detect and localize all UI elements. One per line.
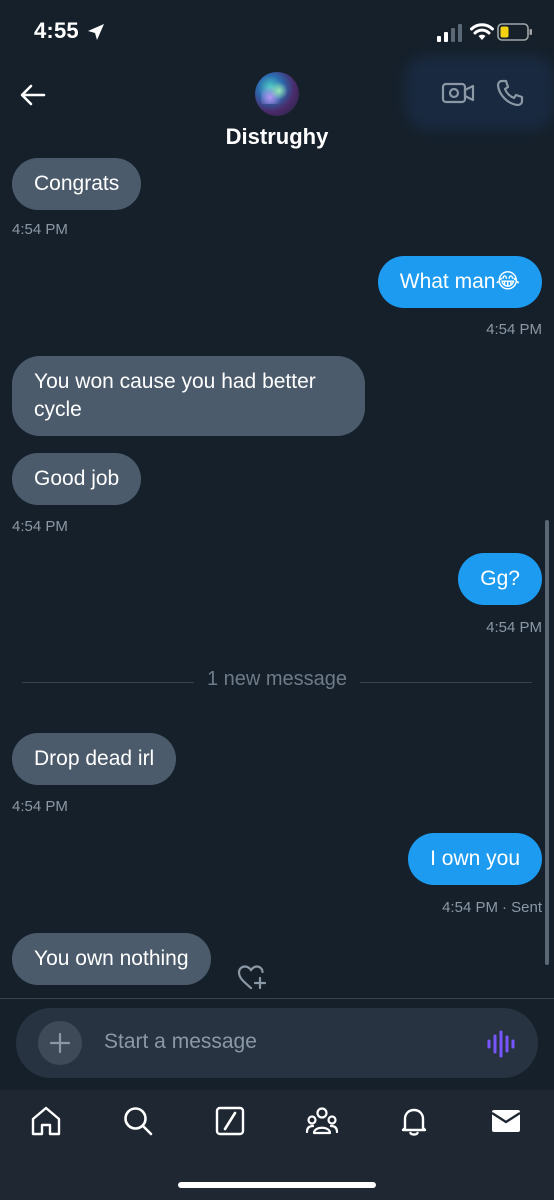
- message-timestamp: 4:54 PM: [442, 899, 498, 916]
- message-bubble-outgoing[interactable]: Gg?: [458, 553, 542, 605]
- notifications-icon[interactable]: [397, 1104, 431, 1138]
- scrollbar[interactable]: [545, 520, 549, 965]
- wifi-icon: [470, 23, 494, 40]
- message-bubble-incoming[interactable]: You own nothing: [12, 933, 211, 985]
- messages-icon[interactable]: [489, 1104, 523, 1138]
- message-meta: 4:54 PM · Sent: [442, 899, 542, 916]
- status-time: 4:55: [34, 18, 79, 43]
- home-indicator: [178, 1182, 376, 1188]
- message-bubble-incoming[interactable]: You won cause you had better cycle: [12, 356, 365, 436]
- message-timestamp: 4:54 PM: [486, 619, 542, 636]
- composer-separator: [0, 998, 554, 999]
- avatar[interactable]: [255, 72, 299, 116]
- message-bubble-incoming[interactable]: Congrats: [12, 158, 142, 210]
- message-timestamp: 4:54 PM: [12, 221, 68, 238]
- grok-icon[interactable]: [213, 1104, 247, 1138]
- search-icon[interactable]: [121, 1104, 155, 1138]
- communities-icon[interactable]: [305, 1104, 339, 1138]
- add-reaction-heart-icon[interactable]: [236, 962, 268, 992]
- message-composer[interactable]: [16, 1008, 538, 1078]
- header-actions-backdrop: [405, 55, 554, 130]
- back-arrow-icon[interactable]: [18, 80, 48, 110]
- message-bubble-outgoing[interactable]: What man😂: [377, 256, 542, 308]
- new-message-divider: 1 new message: [206, 668, 348, 690]
- message-bubble-incoming[interactable]: Drop dead irl: [12, 733, 177, 785]
- message-input[interactable]: Start a message: [104, 1030, 257, 1054]
- home-icon[interactable]: [29, 1104, 63, 1138]
- video-call-icon[interactable]: [441, 78, 475, 108]
- conversation-title[interactable]: Distrughy: [0, 124, 554, 150]
- location-arrow-icon: [88, 24, 104, 40]
- message-bubble-incoming[interactable]: Good job: [12, 453, 142, 505]
- message-timestamp: 4:54 PM: [12, 518, 68, 535]
- message-timestamp: 4:54 PM: [12, 798, 68, 815]
- voice-message-icon[interactable]: [486, 1030, 516, 1058]
- sent-status: · Sent: [501, 899, 542, 916]
- phone-call-icon[interactable]: [495, 78, 525, 108]
- message-timestamp: 4:54 PM: [486, 321, 542, 338]
- message-bubble-outgoing[interactable]: I own you: [408, 833, 542, 885]
- add-media-button[interactable]: [38, 1021, 82, 1065]
- signal-icon: [437, 24, 462, 42]
- battery-icon: [497, 23, 532, 41]
- plus-icon: [49, 1032, 71, 1054]
